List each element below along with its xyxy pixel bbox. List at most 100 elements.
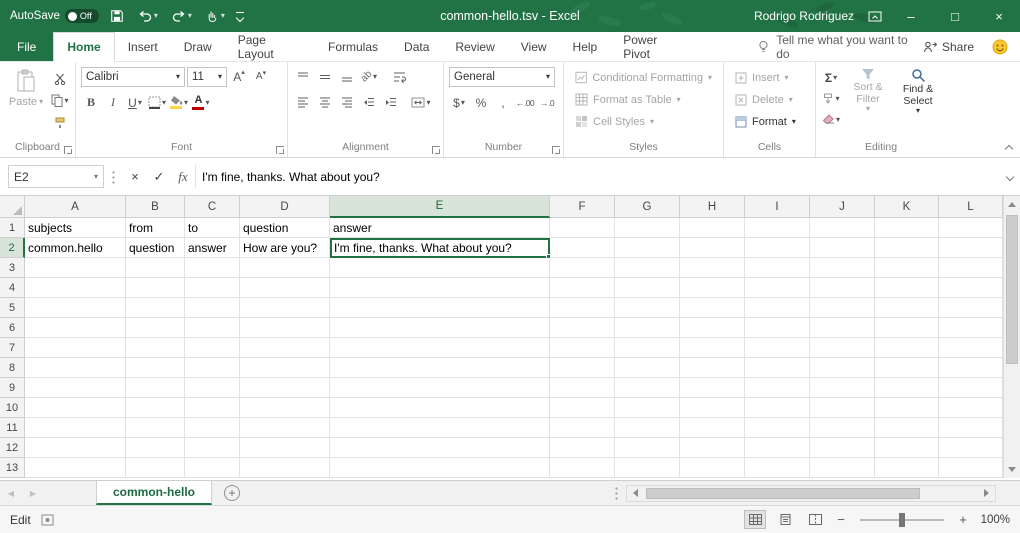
- font-dialog-launcher[interactable]: [276, 146, 284, 154]
- cell-G10[interactable]: [615, 398, 680, 418]
- cell-C13[interactable]: [185, 458, 240, 478]
- row-header-3[interactable]: 3: [0, 258, 25, 278]
- cell-F11[interactable]: [550, 418, 615, 438]
- cell-A7[interactable]: [25, 338, 126, 358]
- format-cells-button[interactable]: Format ▾: [729, 111, 810, 132]
- decrease-decimal-button[interactable]: →.0: [537, 93, 557, 112]
- enter-button[interactable]: ✓: [147, 165, 171, 188]
- increase-decimal-button[interactable]: ←.00: [515, 93, 535, 112]
- horizontal-scroll-track[interactable]: [644, 486, 978, 501]
- cell-F2[interactable]: [550, 238, 615, 258]
- cell-G7[interactable]: [615, 338, 680, 358]
- cell-E5[interactable]: [330, 298, 550, 318]
- customize-quick-access-toolbar-button[interactable]: [236, 12, 244, 21]
- cell-G12[interactable]: [615, 438, 680, 458]
- vertical-scroll-thumb[interactable]: [1006, 215, 1018, 364]
- row-header-11[interactable]: 11: [0, 418, 25, 438]
- cell-K1[interactable]: [875, 218, 939, 238]
- cell-I8[interactable]: [745, 358, 810, 378]
- cell-D6[interactable]: [240, 318, 330, 338]
- minimize-button[interactable]: –: [896, 0, 926, 32]
- cell-G13[interactable]: [615, 458, 680, 478]
- cell-C4[interactable]: [185, 278, 240, 298]
- select-all-corner[interactable]: [0, 196, 25, 218]
- sheet-tab-common-hello[interactable]: common-hello: [96, 481, 212, 505]
- cell-H13[interactable]: [680, 458, 745, 478]
- cell-H8[interactable]: [680, 358, 745, 378]
- tab-scroll-splitter[interactable]: [615, 486, 618, 500]
- column-header-K[interactable]: K: [875, 196, 939, 218]
- save-button[interactable]: [107, 9, 127, 23]
- zoom-level[interactable]: 100%: [978, 514, 1010, 526]
- column-header-D[interactable]: D: [240, 196, 330, 218]
- cell-C6[interactable]: [185, 318, 240, 338]
- cell-A9[interactable]: [25, 378, 126, 398]
- cell-E4[interactable]: [330, 278, 550, 298]
- autosave-toggle[interactable]: AutoSave Off: [10, 9, 99, 23]
- cell-I1[interactable]: [745, 218, 810, 238]
- cell-B7[interactable]: [126, 338, 185, 358]
- insert-cells-button[interactable]: Insert ▾: [729, 67, 810, 88]
- cell-B6[interactable]: [126, 318, 185, 338]
- cell-D8[interactable]: [240, 358, 330, 378]
- cell-K2[interactable]: [875, 238, 939, 258]
- cell-G11[interactable]: [615, 418, 680, 438]
- feedback-smiley-button[interactable]: [992, 32, 1008, 61]
- cell-H7[interactable]: [680, 338, 745, 358]
- share-button[interactable]: Share: [923, 32, 974, 61]
- ribbon-tab-page-layout[interactable]: Page Layout: [225, 32, 315, 61]
- column-header-C[interactable]: C: [185, 196, 240, 218]
- cell-D9[interactable]: [240, 378, 330, 398]
- decrease-indent-button[interactable]: [359, 93, 379, 112]
- cell-H4[interactable]: [680, 278, 745, 298]
- cell-E7[interactable]: [330, 338, 550, 358]
- cell-A11[interactable]: [25, 418, 126, 438]
- cell-H3[interactable]: [680, 258, 745, 278]
- cell-A13[interactable]: [25, 458, 126, 478]
- cell-A12[interactable]: [25, 438, 126, 458]
- cell-J12[interactable]: [810, 438, 875, 458]
- cell-B13[interactable]: [126, 458, 185, 478]
- cell-E6[interactable]: [330, 318, 550, 338]
- format-as-table-button[interactable]: Format as Table ▾: [569, 89, 718, 110]
- cell-C12[interactable]: [185, 438, 240, 458]
- cell-F12[interactable]: [550, 438, 615, 458]
- cell-B5[interactable]: [126, 298, 185, 318]
- cell-J11[interactable]: [810, 418, 875, 438]
- bottom-align-button[interactable]: [337, 67, 357, 86]
- cell-L8[interactable]: [939, 358, 1003, 378]
- font-size-select[interactable]: 11 ▾: [187, 67, 227, 87]
- clipboard-dialog-launcher[interactable]: [64, 146, 72, 154]
- cell-C8[interactable]: [185, 358, 240, 378]
- scroll-left-button[interactable]: [627, 486, 644, 501]
- redo-button[interactable]: ▾: [169, 10, 195, 23]
- cell-L10[interactable]: [939, 398, 1003, 418]
- orientation-button[interactable]: ab ▾: [359, 67, 379, 86]
- decrease-font-size-button[interactable]: A▾: [251, 67, 271, 86]
- cell-L2[interactable]: [939, 238, 1003, 258]
- cell-I6[interactable]: [745, 318, 810, 338]
- row-header-12[interactable]: 12: [0, 438, 25, 458]
- cell-J8[interactable]: [810, 358, 875, 378]
- cell-J10[interactable]: [810, 398, 875, 418]
- touch-mouse-mode-button[interactable]: ▾: [203, 10, 228, 23]
- cell-A3[interactable]: [25, 258, 126, 278]
- cell-I7[interactable]: [745, 338, 810, 358]
- wrap-text-button[interactable]: [389, 67, 409, 86]
- formula-input[interactable]: I'm fine, thanks. What about you?: [195, 165, 1000, 188]
- cell-H11[interactable]: [680, 418, 745, 438]
- cell-J3[interactable]: [810, 258, 875, 278]
- cell-E9[interactable]: [330, 378, 550, 398]
- cell-styles-button[interactable]: Cell Styles ▾: [569, 111, 718, 132]
- cell-F1[interactable]: [550, 218, 615, 238]
- cell-G2[interactable]: [615, 238, 680, 258]
- cell-B12[interactable]: [126, 438, 185, 458]
- cell-I13[interactable]: [745, 458, 810, 478]
- cell-E11[interactable]: [330, 418, 550, 438]
- cell-H2[interactable]: [680, 238, 745, 258]
- cell-G8[interactable]: [615, 358, 680, 378]
- cell-K9[interactable]: [875, 378, 939, 398]
- cell-J1[interactable]: [810, 218, 875, 238]
- cell-C2[interactable]: answer: [185, 238, 240, 258]
- number-format-select[interactable]: General ▾: [449, 67, 555, 87]
